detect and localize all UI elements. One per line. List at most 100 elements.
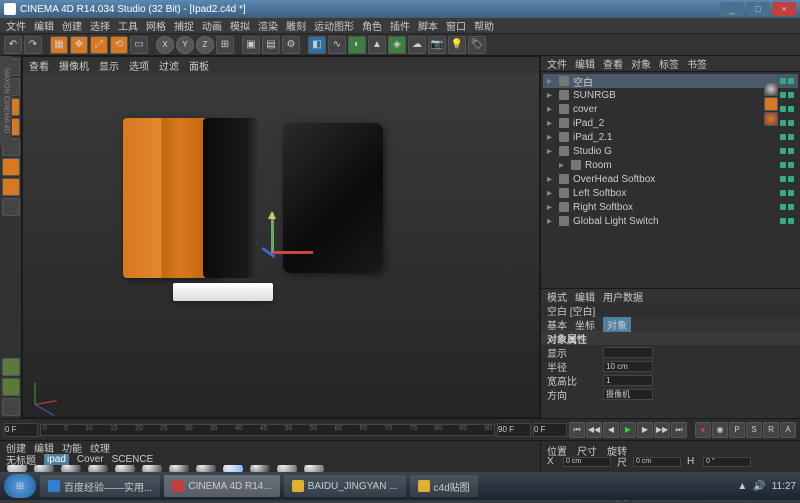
menu-运动图形[interactable]: 运动图形 xyxy=(314,18,354,33)
material-tag-1[interactable] xyxy=(764,82,778,96)
viewport[interactable]: 查看摄像机显示选项过滤面板 xyxy=(22,56,540,418)
menu-工具[interactable]: 工具 xyxy=(118,18,138,33)
menu-雕刻[interactable]: 雕刻 xyxy=(286,18,306,33)
menu-帮助[interactable]: 帮助 xyxy=(474,18,494,33)
black-ipad-back[interactable] xyxy=(203,118,258,278)
prev-frame[interactable]: ◀ xyxy=(603,422,619,438)
menu-网格[interactable]: 网格 xyxy=(146,18,166,33)
matset-tab[interactable]: ipad xyxy=(44,454,69,465)
omtab[interactable]: 标签 xyxy=(659,56,679,71)
goto-start[interactable]: ⏮ xyxy=(569,422,585,438)
coordtab[interactable]: 尺寸 xyxy=(577,443,597,453)
y-axis-lock[interactable]: Y xyxy=(176,36,194,54)
clock[interactable]: 11:27 xyxy=(772,481,796,492)
render-view[interactable]: ▣ xyxy=(242,36,260,54)
enable-axis[interactable] xyxy=(2,198,20,216)
viewport-option[interactable] xyxy=(2,378,20,396)
x-axis-lock[interactable]: X xyxy=(156,36,174,54)
menu-插件[interactable]: 插件 xyxy=(390,18,410,33)
menu-文件[interactable]: 文件 xyxy=(6,18,26,33)
vptab[interactable]: 摄像机 xyxy=(59,58,89,73)
attrib-input[interactable] xyxy=(603,389,653,400)
taskbar-item[interactable]: 百度经验——实用... xyxy=(40,475,160,497)
recent-tool[interactable]: ▭ xyxy=(130,36,148,54)
white-base-plate[interactable] xyxy=(173,283,273,301)
maximize-button[interactable]: □ xyxy=(746,2,770,16)
atsubtab[interactable]: 坐标 xyxy=(575,317,595,332)
object-tree[interactable]: ▸空白▸SUNRGB▸cover▸iPad_2▸iPad_2.1▸Studio … xyxy=(541,72,800,288)
scale-tool[interactable]: ⤢ xyxy=(90,36,108,54)
key-rot[interactable]: R xyxy=(763,422,779,438)
start-button[interactable]: ⊞ xyxy=(4,474,36,498)
tag-tool[interactable]: 🏷 xyxy=(468,36,486,54)
taskbar-item[interactable]: c4d贴图 xyxy=(410,475,478,497)
next-frame[interactable]: ▶ xyxy=(637,422,653,438)
spline-primitive[interactable]: ∿ xyxy=(328,36,346,54)
deformer-tool[interactable]: ◈ xyxy=(388,36,406,54)
rotate-tool[interactable]: ⟲ xyxy=(110,36,128,54)
menu-捕捉[interactable]: 捕捉 xyxy=(174,18,194,33)
matset-tab[interactable]: Cover xyxy=(77,454,104,465)
vptab[interactable]: 过滤 xyxy=(159,58,179,73)
attab[interactable]: 用户数据 xyxy=(603,289,643,304)
coordtab[interactable]: 旋转 xyxy=(607,443,627,453)
menu-选择[interactable]: 选择 xyxy=(90,18,110,33)
viewport-canvas[interactable] xyxy=(23,73,539,417)
menu-编辑[interactable]: 编辑 xyxy=(34,18,54,33)
tree-item[interactable]: ▸Studio G xyxy=(543,144,798,158)
attab[interactable]: 模式 xyxy=(547,289,567,304)
timeline-start[interactable] xyxy=(4,423,38,437)
vptab[interactable]: 选项 xyxy=(129,58,149,73)
key-scale[interactable]: S xyxy=(746,422,762,438)
render-settings[interactable]: ⚙ xyxy=(282,36,300,54)
select-tool[interactable]: ▦ xyxy=(50,36,68,54)
tray-icon[interactable]: ▲ xyxy=(737,481,747,492)
omtab[interactable]: 编辑 xyxy=(575,56,595,71)
attab[interactable]: 编辑 xyxy=(575,289,595,304)
transform-gizmo[interactable] xyxy=(253,213,293,273)
z-axis-lock[interactable]: Z xyxy=(196,36,214,54)
light-tool[interactable]: 💡 xyxy=(448,36,466,54)
nurbs-tool[interactable]: ◐ xyxy=(348,36,366,54)
coord-system[interactable]: ⊞ xyxy=(216,36,234,54)
modeling-tool[interactable]: ▲ xyxy=(368,36,386,54)
play-button[interactable]: ▶ xyxy=(620,422,636,438)
taskbar-item[interactable]: BAIDU_JINGYAN ... xyxy=(284,475,406,497)
redo-button[interactable]: ↷ xyxy=(24,36,42,54)
minimize-button[interactable]: _ xyxy=(720,2,744,16)
tree-item[interactable]: ▸Room xyxy=(543,158,798,172)
tree-item[interactable]: ▸Global Light Switch xyxy=(543,214,798,228)
viewport-snap[interactable] xyxy=(2,358,20,376)
coord-input[interactable] xyxy=(703,457,751,467)
move-tool[interactable]: ✥ xyxy=(70,36,88,54)
menu-角色[interactable]: 角色 xyxy=(362,18,382,33)
omtab[interactable]: 书签 xyxy=(687,56,707,71)
tree-item[interactable]: ▸cover xyxy=(543,102,798,116)
taskbar-item[interactable]: CINEMA 4D R14... xyxy=(164,475,279,497)
coord-input[interactable] xyxy=(563,457,611,467)
tree-item[interactable]: ▸OverHead Softbox xyxy=(543,172,798,186)
goto-end[interactable]: ⏭ xyxy=(671,422,687,438)
tree-item[interactable]: ▸iPad_2 xyxy=(543,116,798,130)
key-pos[interactable]: P xyxy=(729,422,745,438)
menu-动画[interactable]: 动画 xyxy=(202,18,222,33)
system-tray[interactable]: ▲ 🔊 11:27 xyxy=(737,481,796,492)
timeline-current[interactable] xyxy=(533,423,567,437)
close-button[interactable]: × xyxy=(772,2,796,16)
menu-窗口[interactable]: 窗口 xyxy=(446,18,466,33)
snap-toggle[interactable] xyxy=(2,398,20,416)
tree-item[interactable]: ▸Right Softbox xyxy=(543,200,798,214)
key-param[interactable]: A xyxy=(780,422,796,438)
render-region[interactable]: ▤ xyxy=(262,36,280,54)
tree-item[interactable]: ▸Left Softbox xyxy=(543,186,798,200)
vptab[interactable]: 查看 xyxy=(29,58,49,73)
matset-tab[interactable]: SCENCE xyxy=(112,454,154,465)
polygon-mode[interactable] xyxy=(2,178,20,196)
material-tag-3[interactable] xyxy=(764,112,778,126)
attrib-input[interactable] xyxy=(603,375,653,386)
timeline-slider[interactable]: 051015202530354045505560657075808590 xyxy=(40,424,495,436)
edge-mode[interactable] xyxy=(2,158,20,176)
menu-模拟[interactable]: 模拟 xyxy=(230,18,250,33)
record-key[interactable]: ● xyxy=(695,422,711,438)
material-tag-2[interactable] xyxy=(764,97,778,111)
